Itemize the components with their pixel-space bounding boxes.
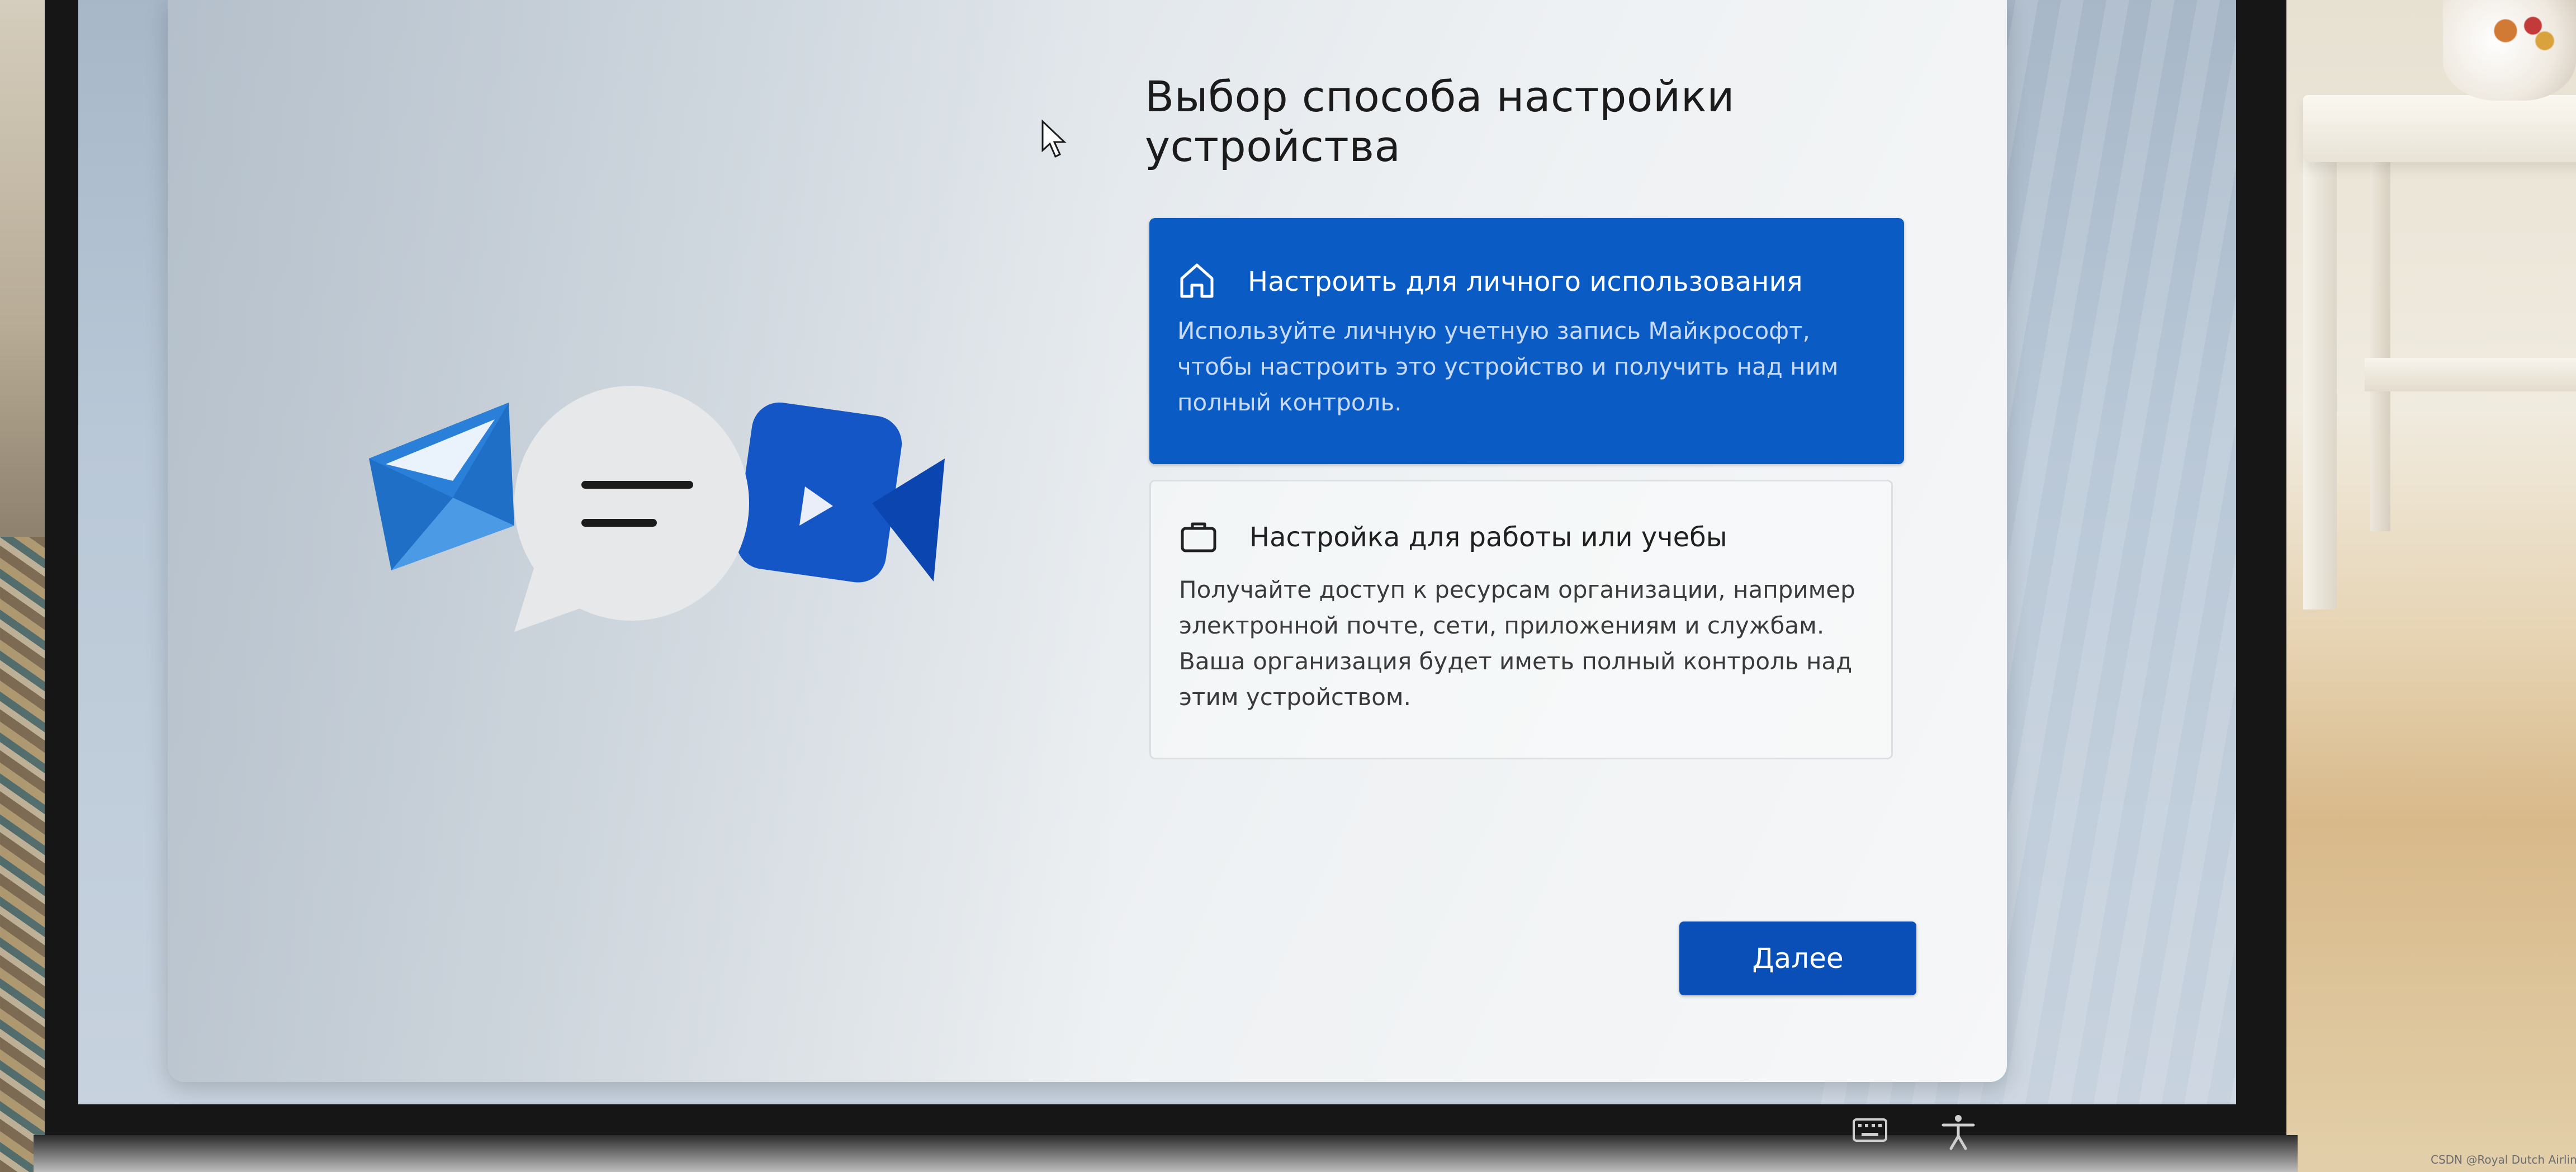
option-work-or-school-description: Получайте доступ к ресурсам организации,… [1179, 576, 1855, 711]
video-camera-icon [736, 402, 945, 583]
home-icon [1180, 263, 1214, 298]
side-table-leg [2303, 151, 2337, 609]
briefcase-icon [1181, 522, 1216, 552]
mail-icon [369, 403, 514, 570]
option-personal-use-description: Используйте личную учетную запись Майкро… [1177, 317, 1839, 416]
option-work-or-school[interactable]: Настройка для работы или учебы Получайте… [1149, 480, 1893, 759]
keyboard-icon[interactable] [1850, 1110, 1890, 1150]
option-work-or-school-title: Настройка для работы или учебы [1249, 522, 1727, 553]
side-table-leg-back [2370, 162, 2390, 531]
watermark: CSDN @Royal Dutch Airlines [2431, 1153, 2576, 1166]
next-button[interactable]: Далее [1679, 921, 1916, 995]
accessibility-icon[interactable] [1939, 1113, 1978, 1152]
flower-pot-pattern [2482, 6, 2560, 56]
side-table-top [2303, 95, 2576, 162]
page-title: Выбор способа настройки устройства [1145, 72, 1735, 171]
communication-illustration [369, 386, 945, 632]
option-personal-use[interactable]: Настроить для личного использования Испо… [1149, 218, 1904, 464]
mouse-cursor-icon [1041, 120, 1067, 158]
option-personal-use-title: Настроить для личного использования [1248, 266, 1803, 297]
chat-bubble-icon [514, 386, 749, 632]
side-table-shelf [2365, 358, 2576, 391]
